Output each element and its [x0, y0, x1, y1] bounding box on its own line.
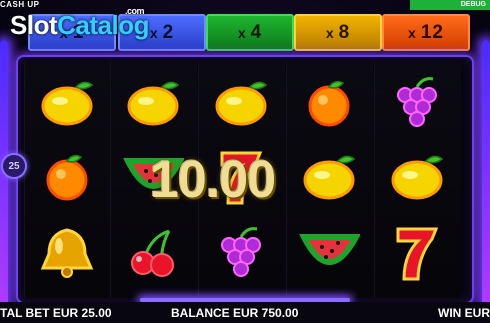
cherries-symbol-icon	[122, 222, 184, 284]
multiplier-prefix: x	[325, 24, 335, 41]
right-neon-frame	[482, 40, 490, 310]
lemon-symbol-icon	[298, 146, 360, 208]
lemon-symbol-icon	[210, 72, 272, 134]
multiplier-x4: x4	[206, 14, 294, 51]
multiplier-value: 4	[250, 21, 263, 43]
multiplier-prefix: x	[408, 24, 417, 41]
multiplier-value: 2	[162, 21, 175, 43]
multiplier-x12: x 12	[382, 14, 470, 51]
multiplier-x8: x8	[294, 14, 382, 51]
grapes-symbol-icon	[386, 72, 448, 134]
grapes-symbol-icon	[210, 222, 272, 284]
win-label: WIN EUR	[438, 305, 490, 320]
watermark-com: .com	[125, 6, 145, 16]
lemon-symbol-icon	[122, 72, 184, 134]
orange-symbol-icon	[36, 146, 98, 208]
lines-badge[interactable]: 25	[1, 153, 27, 179]
total-bet-label: TAL BET EUR 25.00	[0, 305, 112, 320]
game-screen: CASH UP DEBUG x1 x2 x4 x8 x 12 SlotCatalo…	[0, 0, 490, 323]
multiplier-prefix: x	[237, 24, 247, 41]
multiplier-prefix: x	[149, 24, 159, 41]
orange-symbol-icon	[298, 72, 360, 134]
game-title: CASH UP	[0, 0, 40, 9]
watermelon-symbol-icon	[298, 222, 360, 284]
bell-symbol-icon	[36, 222, 98, 284]
lemon-symbol-icon	[386, 146, 448, 208]
seven-symbol-icon	[386, 222, 448, 284]
balance-label: BALANCE EUR 750.00	[171, 305, 299, 320]
watermark: SlotCatalog .com	[10, 6, 149, 41]
lemon-symbol-icon	[36, 72, 98, 134]
watermark-slot: Slot	[10, 10, 58, 40]
multiplier-value: 12	[420, 21, 444, 43]
multiplier-value: 8	[338, 21, 351, 43]
win-amount-display: 10.00	[150, 151, 276, 209]
status-bar: TAL BET EUR 25.00 BALANCE EUR 750.00 WIN…	[0, 302, 490, 323]
debug-label: DEBUG	[410, 0, 490, 10]
